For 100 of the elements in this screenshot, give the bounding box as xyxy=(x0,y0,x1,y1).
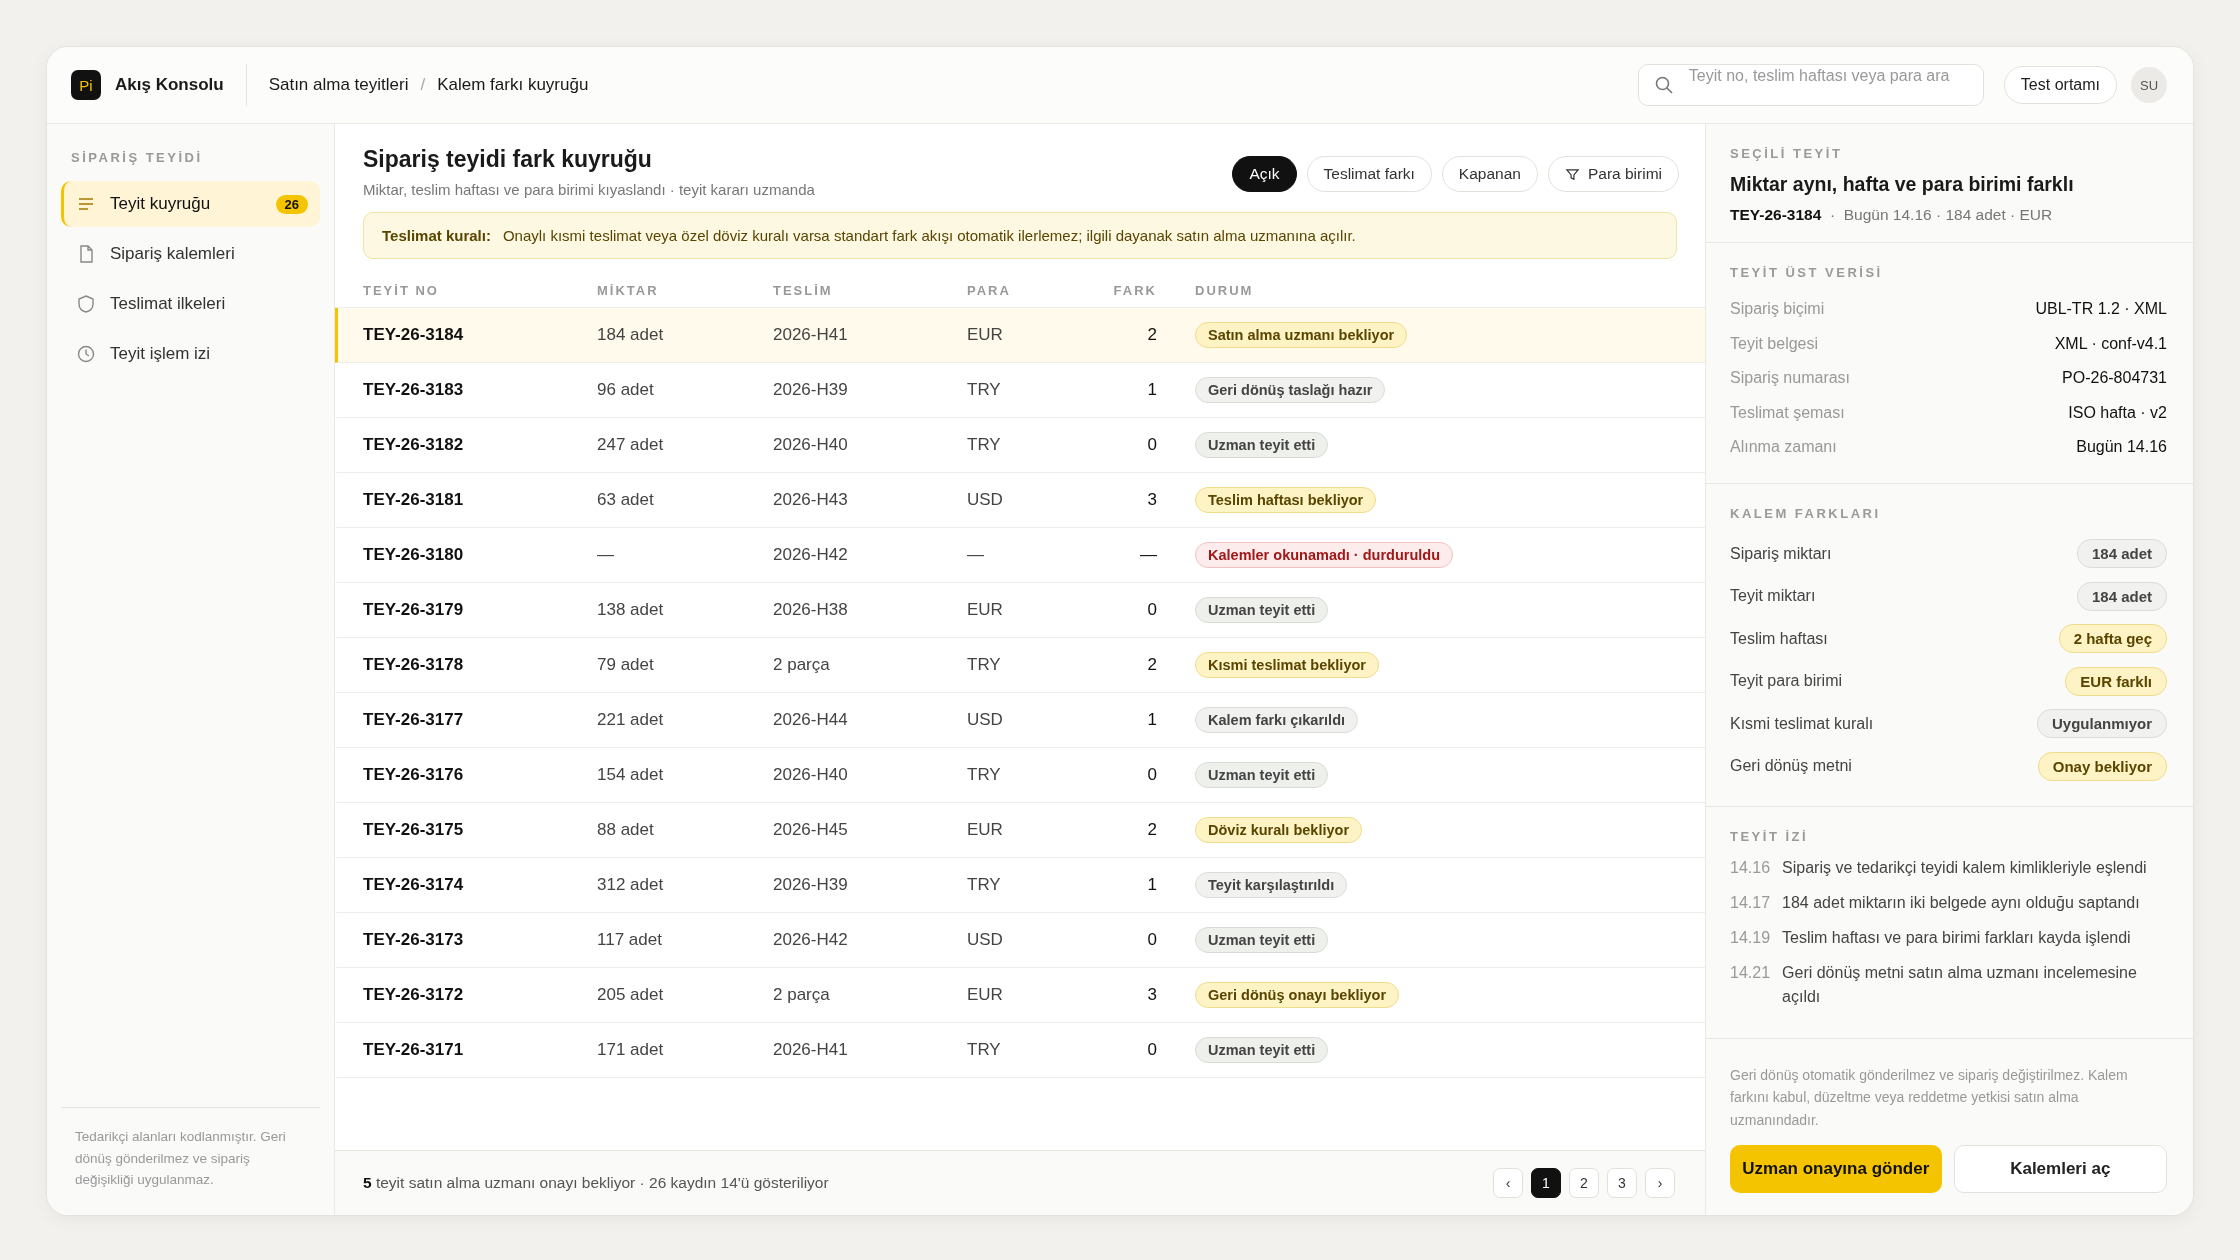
table-row[interactable]: TEY-26-3172 205 adet 2 parça EUR 3 Geri dönüş onayı bekliyor xyxy=(335,968,1705,1023)
field-label: Teslim haftası xyxy=(1730,629,1828,648)
status-badge: Uzman teyit etti xyxy=(1195,927,1329,953)
event-time: 14.21 xyxy=(1730,962,1771,983)
table-cell-text: TEY-26-3176 xyxy=(363,765,465,785)
table-cell-text: 2026-H42 xyxy=(773,930,849,950)
table-cell-text: EUR xyxy=(967,600,1004,620)
section-heading: SİPARİŞ TEYİDİ xyxy=(70,150,204,167)
sidebar-item[interactable]: Teyit kuyruğu 26 xyxy=(61,181,320,227)
event-text: Geri dönüş metni satın alma uzmanı incelemesine açıldı xyxy=(1782,962,2138,1007)
table-cell-text: TRY xyxy=(967,875,1002,895)
field-value: XML · conf-v4.1 xyxy=(2054,334,2167,353)
field-label: Alınma zamanı xyxy=(1730,438,1837,457)
table-row[interactable]: TEY-26-3175 88 adet 2026-H45 EUR 2 Döviz kuralı bekliyor xyxy=(335,803,1705,858)
table-cell-text: 2026-H39 xyxy=(773,380,849,400)
table-row[interactable]: TEY-26-3174 312 adet 2026-H39 TRY 1 Teyit karşılaştırıldı xyxy=(335,858,1705,913)
table-cell-text: 2 parça xyxy=(773,655,831,675)
table-cell-text: TEY-26-3171 xyxy=(363,1040,465,1060)
field-label: Geri dönüş metni xyxy=(1730,757,1852,776)
table-row[interactable]: TEY-26-3181 63 adet 2026-H43 USD 3 Teslim haftası bekliyor xyxy=(335,473,1705,528)
sidebar-item[interactable]: Sipariş kalemleri xyxy=(61,231,320,277)
table-row[interactable]: TEY-26-3173 117 adet 2026-H42 USD 0 Uzman teyit etti xyxy=(335,913,1705,968)
field-label: Teslimat şeması xyxy=(1730,403,1845,422)
environment-button[interactable]: Test ortamı xyxy=(2003,66,2117,104)
status-badge: Teslim haftası bekliyor xyxy=(1195,487,1377,513)
table-row[interactable]: TEY-26-3180 — 2026-H42 — — Kalemler okunamadı · durduruldu xyxy=(335,528,1705,583)
table-row[interactable]: TEY-26-3178 79 adet 2 parça TRY 2 Kısmi teslimat bekliyor xyxy=(335,638,1705,693)
column-header: MİKTAR xyxy=(597,282,660,298)
table-cell-text: TEY-26-3179 xyxy=(363,600,465,620)
table-row[interactable]: TEY-26-3182 247 adet 2026-H40 TRY 0 Uzman teyit etti xyxy=(335,418,1705,473)
table-cell-text: 2026-H42 xyxy=(773,545,849,565)
section-heading: SEÇİLİ TEYİT xyxy=(1730,146,1844,161)
table-row[interactable]: TEY-26-3176 154 adet 2026-H40 TRY 0 Uzman teyit etti xyxy=(335,748,1705,803)
event-time: 14.17 xyxy=(1730,892,1771,913)
field-value: PO-26-804731 xyxy=(2062,369,2167,388)
section-heading: TEYİT İZİ xyxy=(1730,828,1810,844)
table-cell-text: 1 xyxy=(1146,710,1157,730)
table-cell-text: 2026-H40 xyxy=(773,765,849,785)
table-row[interactable]: TEY-26-3171 171 adet 2026-H41 TRY 0 Uzman teyit etti xyxy=(335,1023,1705,1078)
search-field[interactable]: Teyit no, teslim haftası veya para ara xyxy=(1637,64,1984,106)
status-badge: Uzman teyit etti xyxy=(1195,1037,1329,1063)
filter-chip[interactable]: Açık xyxy=(1232,156,1297,192)
column-header: TEYİT NO xyxy=(363,282,440,298)
event-time: 14.19 xyxy=(1730,927,1771,948)
table-cell-text: TEY-26-3174 xyxy=(363,875,465,895)
sidebar-item[interactable]: Teyit işlem izi xyxy=(61,331,320,377)
section-heading: TEYİT ÜST VERİSİ xyxy=(1730,265,1884,280)
table-cell-text: 205 adet xyxy=(597,985,665,1005)
breadcrumb-separator: / xyxy=(420,75,426,95)
breadcrumb-item[interactable]: Satın alma teyitleri xyxy=(268,75,409,95)
table-row[interactable]: TEY-26-3179 138 adet 2026-H38 EUR 0 Uzman teyit etti xyxy=(335,583,1705,638)
table-cell-text: TEY-26-3184 xyxy=(363,325,465,345)
detail-title: Miktar aynı, hafta ve para birimi farklı xyxy=(1730,173,2075,196)
previous-page-button[interactable]: ‹ xyxy=(1493,1168,1523,1198)
open-items-button[interactable]: Kalemleri aç xyxy=(1953,1145,2167,1193)
table-cell-text: 2026-H40 xyxy=(773,435,849,455)
table-row[interactable]: TEY-26-3184 184 adet 2026-H41 EUR 2 Satın alma uzmanı bekliyor xyxy=(335,308,1705,363)
page-button[interactable]: 2 xyxy=(1569,1168,1599,1198)
clock-icon xyxy=(76,344,96,364)
difference-badge: EUR farklı xyxy=(2065,666,2167,696)
filter-chip[interactable]: Teslimat farkı xyxy=(1306,156,1432,192)
status-badge: Kalemler okunamadı · durduruldu xyxy=(1195,542,1454,568)
table-cell-text: 247 adet xyxy=(597,435,665,455)
field-label: Sipariş numarası xyxy=(1730,369,1851,388)
status-badge: Satın alma uzmanı bekliyor xyxy=(1195,322,1408,348)
table-cell-text: 1 xyxy=(1146,380,1157,400)
table-row[interactable]: TEY-26-3183 96 adet 2026-H39 TRY 1 Geri dönüş taslağı hazır xyxy=(335,363,1705,418)
page-button[interactable]: 3 xyxy=(1607,1168,1637,1198)
breadcrumb-item[interactable]: Kalem farkı kuyruğu xyxy=(437,75,589,95)
table-cell-text: USD xyxy=(967,710,1004,730)
table-row[interactable]: TEY-26-3177 221 adet 2026-H44 USD 1 Kalem farkı çıkarıldı xyxy=(335,693,1705,748)
column-header: FARK xyxy=(1112,282,1157,298)
sidebar-item[interactable]: Teslimat ilkeleri xyxy=(61,281,320,327)
table-cell-text: 2026-H44 xyxy=(773,710,849,730)
status-badge: Uzman teyit etti xyxy=(1195,597,1329,623)
table-cell-text: TEY-26-3182 xyxy=(363,435,465,455)
status-badge: Uzman teyit etti xyxy=(1195,432,1329,458)
send-approval-button[interactable]: Uzman onayına gönder xyxy=(1730,1145,1942,1193)
table-cell-text: USD xyxy=(967,490,1004,510)
table-cell-text: USD xyxy=(967,930,1004,950)
sidebar-note: Tedarikçi alanları kodlanmıştır. Geri dönüş gönderilmez ve sipariş değişikliği uygulanmaz. xyxy=(61,1107,320,1191)
event-text: Teslim haftası ve para birimi farkları kayda işlendi xyxy=(1782,927,2131,948)
table-cell-text: 0 xyxy=(1146,930,1157,950)
filter-chip[interactable]: Para birimi xyxy=(1547,156,1679,192)
search-icon xyxy=(1653,75,1674,95)
status-badge: Geri dönüş onayı bekliyor xyxy=(1195,982,1400,1008)
next-page-button[interactable]: › xyxy=(1645,1168,1675,1198)
table-cell-text: TRY xyxy=(967,380,1002,400)
column-header: TESLİM xyxy=(773,282,834,298)
table-cell-text: 3 xyxy=(1146,490,1157,510)
table-cell-text: 79 adet xyxy=(597,655,655,675)
difference-badge: 184 adet xyxy=(2076,581,2167,611)
filter-chip[interactable]: Kapanan xyxy=(1441,156,1538,192)
user-avatar[interactable]: SU xyxy=(2131,67,2167,103)
table-cell-text: TEY-26-3175 xyxy=(363,820,465,840)
page-button[interactable]: 1 xyxy=(1531,1168,1561,1198)
table-cell-text: 2026-H38 xyxy=(773,600,849,620)
section-heading: KALEM FARKLARI xyxy=(1730,505,1882,521)
table-cell-text: 2 xyxy=(1146,655,1157,675)
status-badge: Döviz kuralı bekliyor xyxy=(1195,817,1363,843)
